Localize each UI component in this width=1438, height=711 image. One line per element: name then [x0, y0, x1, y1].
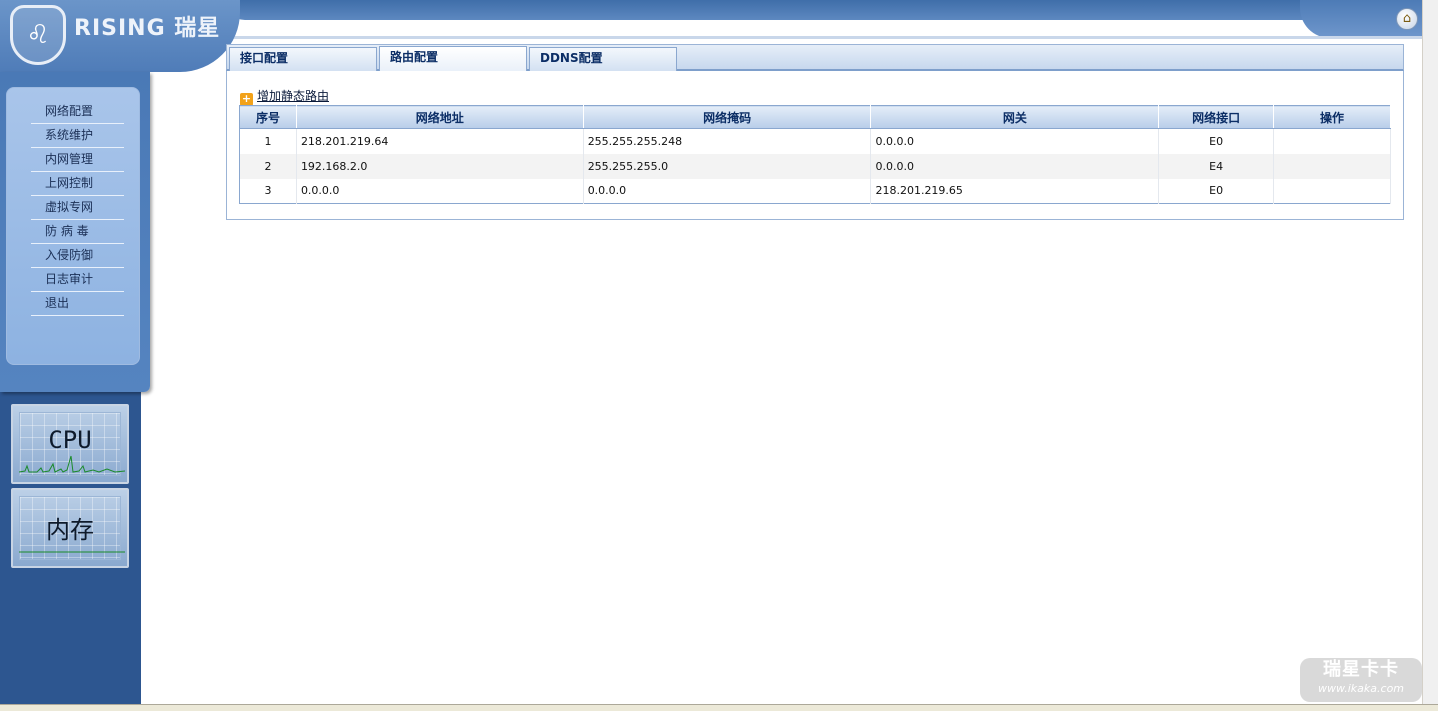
sidebar-item-antivirus[interactable]: 防 病 毒 [31, 220, 124, 244]
sidebar-item-vpn[interactable]: 虚拟专网 [31, 196, 124, 220]
table-row: 1 218.201.219.64 255.255.255.248 0.0.0.0… [239, 128, 1391, 154]
home-icon[interactable]: ⌂ [1396, 8, 1418, 30]
cell-gateway: 0.0.0.0 [870, 128, 1160, 154]
sidebar-item-system-maintenance[interactable]: 系统维护 [31, 124, 124, 148]
lion-shield-icon: ♌ [10, 5, 66, 65]
column-header-network-address: 网络地址 [296, 105, 584, 129]
column-header-netmask: 网络掩码 [583, 105, 872, 129]
add-static-route-link[interactable]: + 增加静态路由 [240, 87, 330, 106]
tab-ddns-config[interactable]: DDNS配置 [529, 47, 677, 71]
cell-index: 2 [239, 153, 297, 179]
table-row: 3 0.0.0.0 0.0.0.0 218.201.219.65 E0 [239, 178, 1391, 204]
logo-text: RISING 瑞星 [74, 16, 221, 41]
cell-network-address: 192.168.2.0 [296, 153, 584, 179]
menu-panel: 网络配置 系统维护 内网管理 上网控制 虚拟专网 防 病 毒 入侵防御 日志审计… [6, 87, 140, 365]
cell-netmask: 255.255.255.248 [583, 128, 872, 154]
tab-bar: 接口配置 路由配置 DDNS配置 [226, 44, 1404, 72]
banner-stripe [225, 36, 1422, 39]
cell-network-address: 218.201.219.64 [296, 128, 584, 154]
cell-gateway: 218.201.219.65 [870, 178, 1160, 204]
tab-route-config[interactable]: 路由配置 [379, 46, 527, 72]
cell-network-address: 0.0.0.0 [296, 178, 584, 204]
watermark-url: www.ikaka.com [1317, 682, 1405, 695]
cell-interface: E0 [1158, 178, 1275, 204]
cell-operation[interactable] [1273, 153, 1391, 179]
cell-netmask: 255.255.255.0 [583, 153, 872, 179]
column-header-gateway: 网关 [870, 105, 1160, 129]
cpu-monitor: CPU [11, 404, 129, 484]
cpu-graph [19, 455, 125, 473]
logo-area: ♌ RISING 瑞星 [0, 0, 240, 72]
cell-interface: E4 [1158, 153, 1275, 179]
watermark-title: 瑞星卡卡 [1323, 659, 1399, 680]
banner-band [225, 0, 1345, 20]
memory-monitor: 内存 [11, 488, 129, 568]
sidebar-item-internet-control[interactable]: 上网控制 [31, 172, 124, 196]
sidebar-menu-area: 网络配置 系统维护 内网管理 上网控制 虚拟专网 防 病 毒 入侵防御 日志审计… [0, 72, 150, 392]
cell-index: 3 [239, 178, 297, 204]
vertical-scrollbar[interactable] [1422, 0, 1438, 704]
sidebar-item-logout[interactable]: 退出 [31, 292, 124, 316]
sidebar-item-intrusion-prevention[interactable]: 入侵防御 [31, 244, 124, 268]
cell-netmask: 0.0.0.0 [583, 178, 872, 204]
column-header-operation: 操作 [1273, 105, 1391, 129]
table-row: 2 192.168.2.0 255.255.255.0 0.0.0.0 E4 [239, 153, 1391, 179]
sidebar-item-log-audit[interactable]: 日志审计 [31, 268, 124, 292]
cell-operation[interactable] [1273, 128, 1391, 154]
route-table: 序号 网络地址 网络掩码 网关 网络接口 操作 1 218.201.219.64… [239, 105, 1391, 204]
table-header-row: 序号 网络地址 网络掩码 网关 网络接口 操作 [239, 105, 1391, 129]
sidebar-item-network-config[interactable]: 网络配置 [31, 100, 124, 124]
cell-index: 1 [239, 128, 297, 154]
status-bar [0, 704, 1438, 711]
column-header-interface: 网络接口 [1158, 105, 1275, 129]
memory-graph [19, 551, 125, 553]
column-header-index: 序号 [239, 105, 297, 129]
sidebar-item-intranet-management[interactable]: 内网管理 [31, 148, 124, 172]
add-static-route-label: 增加静态路由 [257, 89, 330, 103]
cell-gateway: 0.0.0.0 [870, 153, 1160, 179]
cpu-label: CPU [48, 426, 92, 454]
watermark: 瑞星卡卡 www.ikaka.com [1300, 658, 1422, 702]
cell-operation[interactable] [1273, 178, 1391, 204]
cell-interface: E0 [1158, 128, 1275, 154]
sidebar: 网络配置 系统维护 内网管理 上网控制 虚拟专网 防 病 毒 入侵防御 日志审计… [0, 72, 150, 704]
tab-interface-config[interactable]: 接口配置 [229, 47, 377, 71]
